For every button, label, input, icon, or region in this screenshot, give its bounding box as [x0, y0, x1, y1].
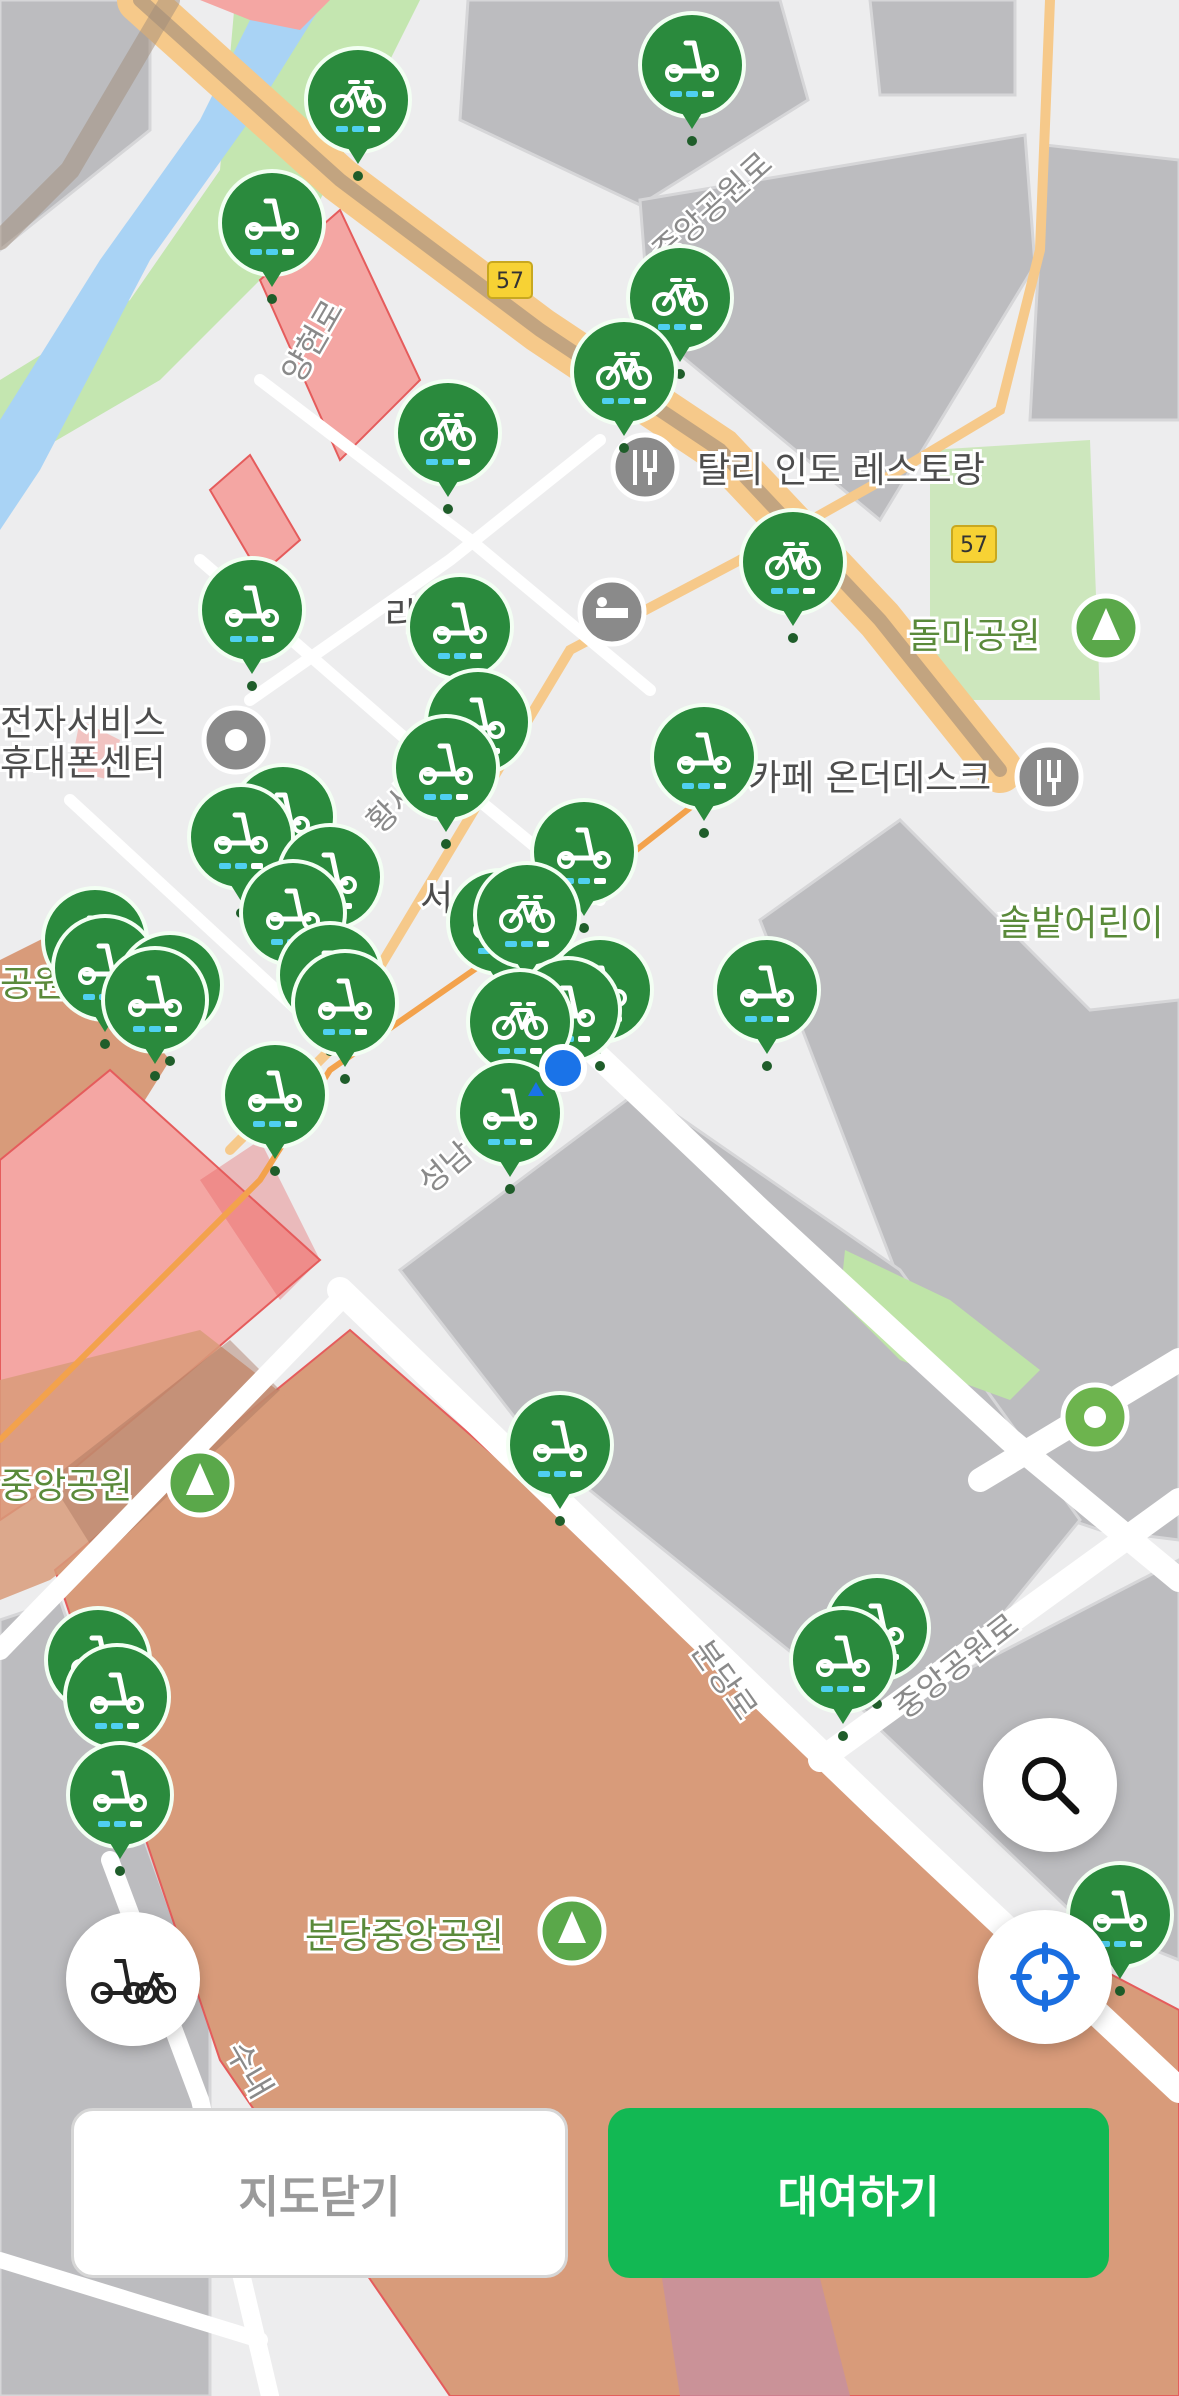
- park-icon: [165, 1448, 235, 1518]
- poi-label: 휴대폰센터: [0, 743, 166, 784]
- close-map-button[interactable]: 지도닫기: [71, 2108, 568, 2278]
- poi-label: 전자서비스: [0, 703, 166, 744]
- search-button[interactable]: [983, 1718, 1117, 1852]
- place-icon: [1060, 1382, 1130, 1452]
- scooter-bike-icon: [91, 1959, 176, 2004]
- poi-label: 솔밭어린이: [998, 903, 1164, 944]
- map-canvas[interactable]: 57 57 양현로 중앙공원로 분당로 중앙공원로 성남 황새 수내 탈리 인도…: [0, 0, 1179, 2396]
- route-badge: 57: [487, 261, 533, 299]
- rent-button[interactable]: 대여하기: [608, 2108, 1109, 2278]
- poi-label: 탈리 인도 레스토랑: [697, 450, 985, 491]
- locate-me-button[interactable]: [978, 1910, 1112, 2044]
- vehicle-filter-button[interactable]: [66, 1912, 200, 2046]
- poi-label: 분당중앙공원: [305, 1916, 504, 1957]
- service-center-icon: [201, 705, 271, 775]
- svg-text:57: 57: [496, 269, 524, 294]
- poi-label: 카페 온더데스크: [748, 758, 991, 799]
- park-icon: [1071, 593, 1141, 663]
- route-badge: 57: [951, 525, 997, 563]
- svg-text:57: 57: [960, 533, 988, 558]
- park-icon: [537, 1896, 607, 1966]
- search-icon: [1022, 1757, 1080, 1815]
- crosshair-icon: [1010, 1942, 1080, 2012]
- poi-label: 돌마공원: [908, 616, 1040, 657]
- poi-label: 중앙공원: [0, 1466, 132, 1507]
- hotel-icon: [577, 577, 647, 647]
- restaurant-icon: [1014, 742, 1084, 812]
